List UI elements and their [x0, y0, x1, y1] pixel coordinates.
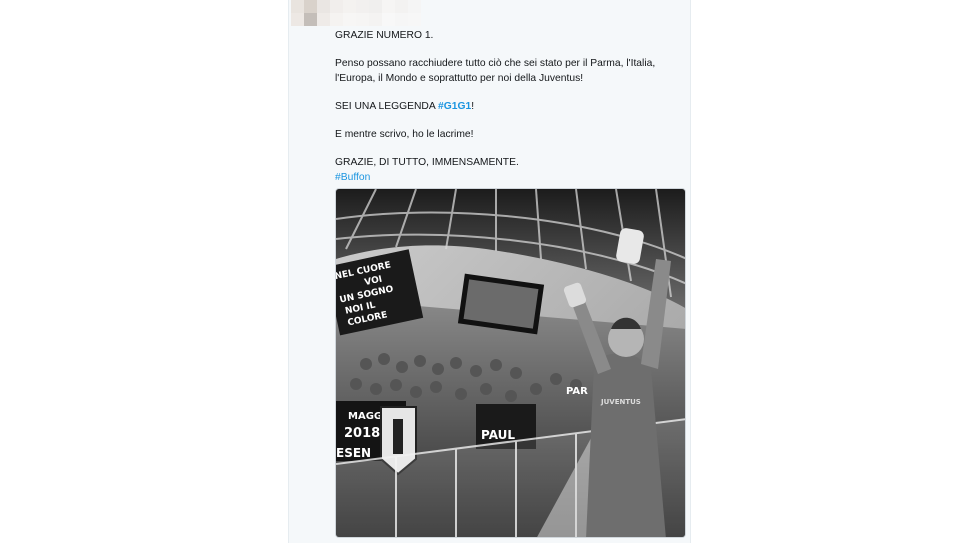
crest-text: JUVENTUS [600, 398, 641, 406]
banner-right: PAUL [481, 428, 515, 442]
tweet-line-penso: Penso possano racchiudere tutto ciò che … [335, 58, 656, 84]
hashtag-buffon-link[interactable]: #Buffon [335, 172, 370, 183]
banner-date-2: 2018 [344, 426, 380, 441]
tweet-card[interactable]: GRAZIE NUMERO 1. Penso possano racchiude… [288, 0, 691, 543]
banner-side: ESEN [336, 446, 371, 460]
tweet-line-leggenda: SEI UNA LEGGENDA #G1G1! [335, 99, 685, 114]
stadium-photo-image: NEL CUORE VOI UN SOGNO NOI IL COLORE MAG… [336, 189, 685, 537]
tweet-line-grazie: GRAZIE NUMERO 1. [335, 30, 434, 41]
flag-letters: PAR [566, 386, 588, 397]
leggenda-suffix: ! [471, 101, 475, 112]
hashtag-g1g1-link[interactable]: #G1G1 [438, 101, 471, 112]
tweet-line-lacrime: E mentre scrivo, ho le lacrime! [335, 129, 474, 140]
leggenda-text: SEI UNA LEGGENDA [335, 101, 439, 112]
tweet-text: GRAZIE NUMERO 1. Penso possano racchiude… [335, 28, 685, 185]
tweet-photo[interactable]: NEL CUORE VOI UN SOGNO NOI IL COLORE MAG… [335, 188, 686, 538]
page: GRAZIE NUMERO 1. Penso possano racchiude… [0, 0, 978, 543]
tweet-line-immensamente: GRAZIE, DI TUTTO, IMMENSAMENTE. [335, 157, 519, 168]
blurred-avatar [291, 0, 421, 26]
tweet-line-buffon: #Buffon [335, 170, 685, 185]
